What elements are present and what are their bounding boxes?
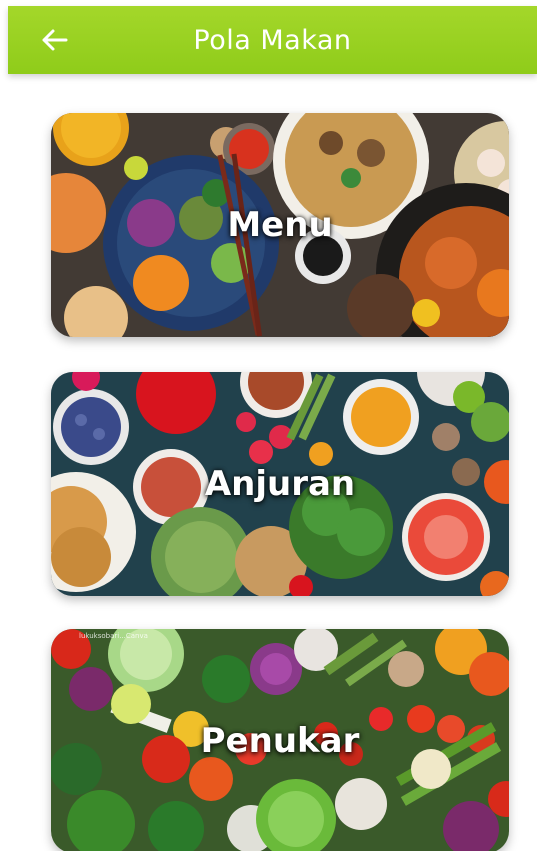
penukar-card[interactable]: lukuksobari...Canva Penukar (51, 629, 509, 851)
penukar-label: Penukar (200, 721, 360, 761)
anjuran-card[interactable]: Anjuran (51, 372, 509, 596)
anjuran-label: Anjuran (204, 464, 356, 504)
page-title: Pola Makan (193, 24, 352, 56)
app-bar: Pola Makan (8, 6, 537, 74)
watermark-text: lukuksobari...Canva (79, 632, 148, 640)
back-button[interactable] (36, 22, 72, 58)
menu-card[interactable]: Menu (51, 113, 509, 337)
menu-label: Menu (227, 205, 333, 245)
arrow-left-icon (42, 29, 68, 51)
